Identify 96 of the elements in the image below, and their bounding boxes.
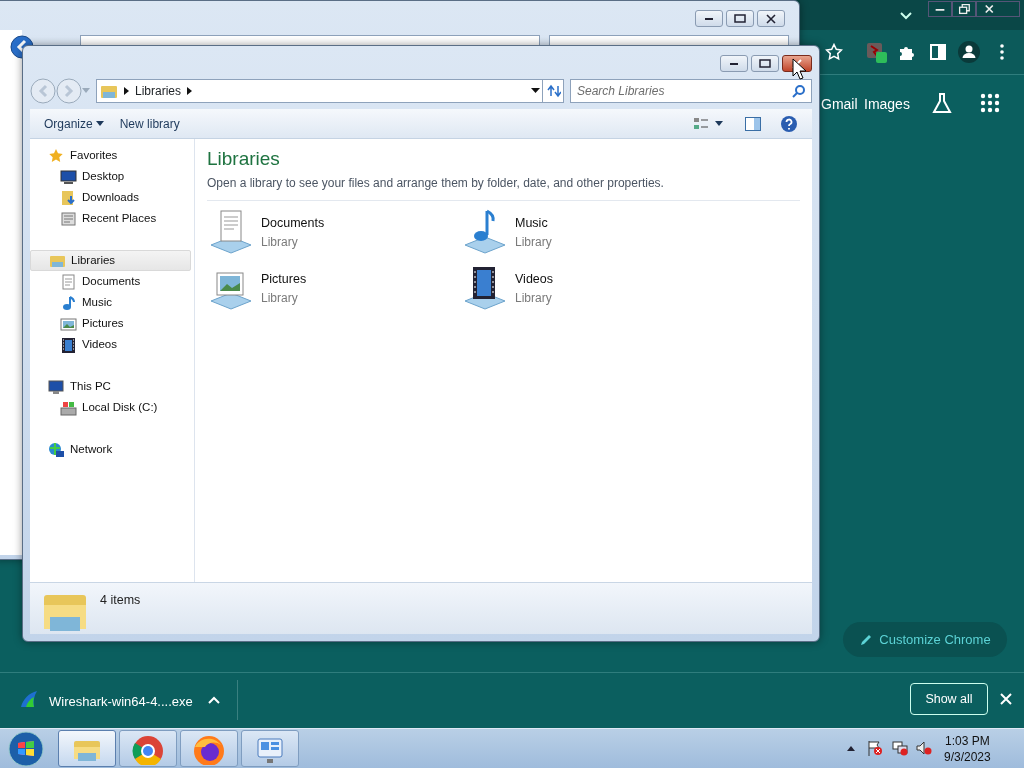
- desktop-icon: [60, 168, 77, 185]
- nav-item[interactable]: Desktop: [30, 166, 191, 187]
- library-item[interactable]: Videos Library: [461, 260, 715, 317]
- library-type: Library: [515, 233, 552, 251]
- library-item[interactable]: Music Library: [461, 204, 715, 261]
- help-icon: [780, 114, 798, 133]
- caret-down-icon[interactable]: [531, 88, 540, 94]
- search-icon[interactable]: [792, 84, 806, 98]
- chevron-down-icon[interactable]: [899, 11, 913, 21]
- library-type: Library: [261, 289, 299, 307]
- window-control-button[interactable]: [720, 55, 748, 72]
- wireshark-icon: [20, 690, 38, 708]
- maximize-icon: [759, 59, 771, 68]
- minimize-icon[interactable]: [928, 1, 952, 17]
- side-panel-icon[interactable]: [930, 44, 946, 60]
- minimize-icon: [729, 61, 739, 66]
- view-icon: [693, 116, 709, 131]
- nav-item[interactable]: Music: [30, 292, 191, 313]
- library-name: Music: [515, 215, 549, 233]
- show-hidden-icons-icon[interactable]: [846, 745, 856, 751]
- star-icon[interactable]: [825, 43, 843, 61]
- clock-date[interactable]: 9/3/2023: [944, 749, 991, 765]
- close-icon[interactable]: [976, 1, 1020, 17]
- globe-icon: [48, 441, 65, 458]
- network-icon[interactable]: [892, 740, 908, 756]
- nav-item[interactable]: Favorites: [30, 145, 191, 166]
- maximize-icon: [734, 14, 746, 23]
- caret-down-icon: [95, 121, 104, 126]
- window-control-button[interactable]: [695, 10, 723, 27]
- minimize-icon: [704, 16, 714, 21]
- start-button[interactable]: [8, 731, 44, 767]
- address-bar[interactable]: Libraries: [96, 79, 544, 103]
- mouse-cursor-icon: [792, 58, 806, 80]
- flask-icon[interactable]: [931, 92, 953, 114]
- refresh-icon: [545, 84, 561, 98]
- chevron-right-icon: [187, 87, 193, 95]
- command-button[interactable]: New library: [111, 114, 188, 133]
- top-link[interactable]: Images: [864, 94, 910, 115]
- folder-icon: [60, 189, 77, 206]
- top-link[interactable]: Gmail: [821, 94, 858, 115]
- library-type: Library: [261, 233, 299, 251]
- extension-icon[interactable]: [866, 42, 888, 64]
- caret-down-icon: [715, 121, 723, 126]
- library-item[interactable]: Pictures Library: [207, 260, 461, 317]
- window-control-button[interactable]: [757, 10, 785, 27]
- more-icon[interactable]: [999, 43, 1005, 61]
- nav-item[interactable]: Network: [30, 439, 191, 460]
- restore-icon[interactable]: [952, 1, 976, 17]
- computer-icon: [48, 378, 65, 395]
- library-icon: [100, 83, 118, 99]
- nav-item[interactable]: Videos: [30, 334, 191, 355]
- nav-item[interactable]: This PC: [30, 376, 191, 397]
- taskbar-button[interactable]: [241, 730, 299, 767]
- apps-icon[interactable]: [980, 93, 1000, 113]
- customize-chrome-button[interactable]: Customize Chrome: [843, 622, 1007, 657]
- library-name: Pictures: [261, 271, 307, 289]
- search-field[interactable]: Search Libraries: [570, 79, 812, 103]
- taskbar-button[interactable]: [119, 730, 177, 767]
- library-item[interactable]: Documents Library: [207, 204, 461, 261]
- command-button[interactable]: Organize: [36, 114, 112, 133]
- star-icon: [48, 147, 65, 164]
- volume-muted-icon[interactable]: [916, 740, 932, 756]
- document-icon: [60, 273, 77, 290]
- content-description: Open a library to see your files and arrange them by folder, date, and other properties.: [207, 174, 665, 192]
- library-name: Videos: [515, 271, 553, 289]
- taskbar-button[interactable]: [58, 730, 116, 767]
- profile-icon[interactable]: [958, 41, 980, 63]
- refresh-button[interactable]: [542, 79, 564, 103]
- document-icon: [60, 210, 77, 227]
- window-control-button[interactable]: [726, 10, 754, 27]
- nav-item[interactable]: Recent Places: [30, 208, 191, 229]
- status-text: 4 items: [100, 592, 141, 609]
- library-type: Library: [515, 289, 553, 307]
- show-all-button[interactable]: Show all: [910, 683, 988, 715]
- nav-item[interactable]: Documents: [30, 271, 191, 292]
- nav-item[interactable]: Local Disk (C:): [30, 397, 191, 418]
- library-name: Documents: [261, 215, 325, 233]
- download-file-name[interactable]: Wireshark-win64-4....exe: [49, 692, 193, 712]
- action-center-icon[interactable]: [867, 740, 883, 756]
- picture-icon: [60, 315, 77, 332]
- taskbar-button[interactable]: [180, 730, 238, 767]
- music-note-icon: [60, 294, 77, 311]
- chevron-right-icon: [124, 87, 129, 95]
- nav-item[interactable]: Pictures: [30, 313, 191, 334]
- preview-pane-icon: [745, 117, 761, 132]
- nav-item[interactable]: Downloads: [30, 187, 191, 208]
- nav-item[interactable]: Libraries: [30, 250, 191, 271]
- window-control-button[interactable]: [751, 55, 779, 72]
- pencil-icon: [859, 632, 874, 647]
- breadcrumb[interactable]: Libraries: [135, 82, 182, 100]
- clock-time[interactable]: 1:03 PM: [944, 733, 991, 749]
- content-heading: Libraries: [207, 147, 281, 171]
- film-icon: [60, 336, 77, 353]
- close-icon: [766, 13, 776, 24]
- caret-up-icon[interactable]: [208, 696, 220, 704]
- drive-icon: [60, 399, 77, 416]
